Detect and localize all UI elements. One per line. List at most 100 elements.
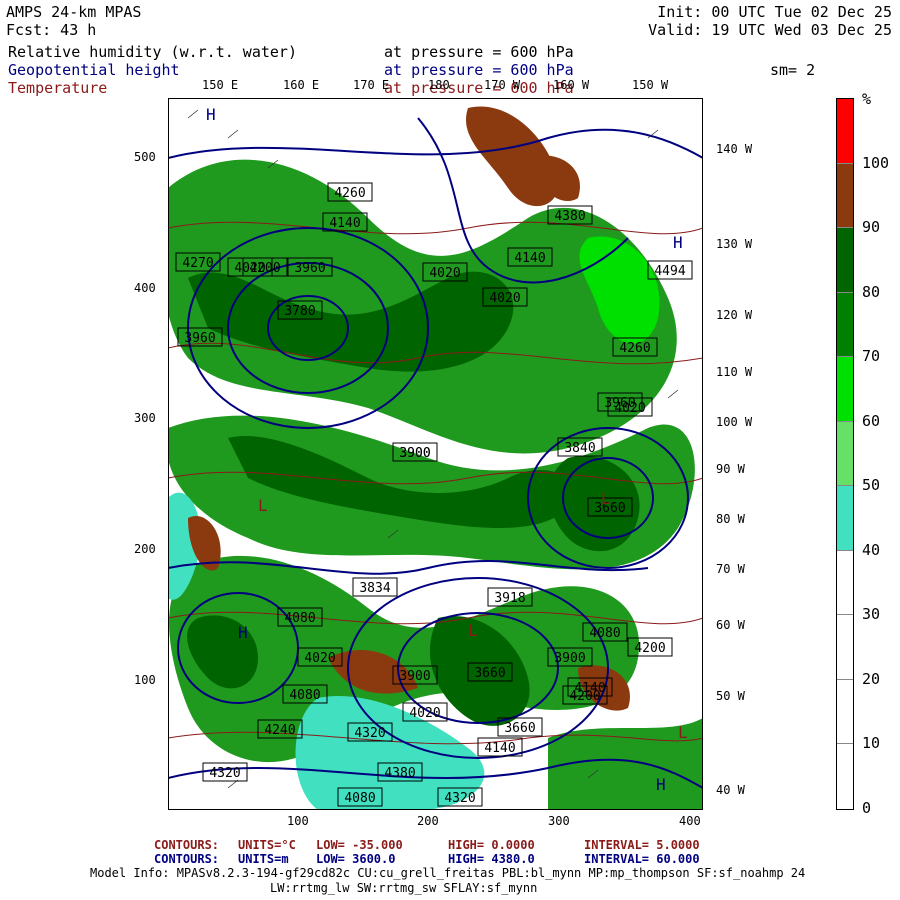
height-label: 4020	[482, 287, 528, 307]
height-label-text: 3900	[399, 446, 430, 461]
height-contour-label: CONTOURS:	[154, 852, 220, 866]
height-label-text: 4270	[182, 256, 213, 271]
height-label: 3960	[177, 327, 223, 347]
height-label: 4320	[202, 762, 248, 782]
height-label-text: 4020	[409, 706, 440, 721]
lon-right-label: 50 W	[716, 689, 745, 703]
height-label: 4320	[347, 722, 393, 742]
height-label: 3960	[287, 257, 333, 277]
height-label-text: 3834	[359, 581, 390, 596]
lon-top-label: 170 E	[353, 78, 390, 92]
high-pressure-mark: H	[673, 233, 683, 252]
y-tick-label: 500	[134, 150, 156, 164]
height-label-text: 3840	[564, 441, 595, 456]
height-label-text: 4380	[554, 209, 585, 224]
height-label: 4240	[257, 719, 303, 739]
height-label-text: 4140	[514, 251, 545, 266]
high-pressure-mark: H	[656, 775, 666, 794]
colorbar-segment	[837, 421, 853, 487]
weather-map: 3960 4260 4140 4200 4270 4020 3960 4020 4140 4020…	[168, 98, 703, 810]
smoothing-label: sm= 2	[770, 61, 816, 79]
colorbar-label: 0	[862, 799, 872, 817]
height-label: 4140	[477, 737, 523, 757]
height-label: 4320	[437, 787, 483, 807]
field-rh-name: Relative humidity (w.r.t. water)	[8, 43, 297, 61]
height-label-text: 4320	[444, 791, 475, 806]
height-label: 3900	[392, 665, 438, 685]
lon-top-label: 160 E	[283, 78, 320, 92]
colorbar-segment	[837, 679, 853, 745]
low-pressure-mark: L	[468, 621, 478, 640]
height-label: 3918	[487, 587, 533, 607]
height-label-text: 4140	[484, 741, 515, 756]
height-label-text: 4320	[354, 726, 385, 741]
colorbar-segment	[837, 615, 853, 680]
height-label: 3900	[392, 442, 438, 462]
y-tick-label: 100	[134, 673, 156, 687]
temp-contour-high: HIGH= 0.0000	[448, 838, 535, 852]
height-label-text: 4080	[344, 791, 375, 806]
colorbar-segment	[837, 486, 853, 551]
height-label: 4020	[402, 702, 448, 722]
colorbar-label: 20	[862, 669, 881, 688]
temp-contour-low: LOW= -35.000	[316, 838, 403, 852]
valid-time: Valid: 19 UTC Wed 03 Dec 25	[648, 21, 892, 39]
lon-right-label: 40 W	[716, 783, 745, 797]
height-label: 4380	[547, 205, 593, 225]
lon-right-label: 130 W	[716, 237, 753, 251]
colorbar-segment	[837, 550, 853, 616]
height-contour-low: LOW= 3600.0	[316, 852, 396, 866]
height-label: 4380	[377, 762, 423, 782]
colorbar-label: 100	[862, 153, 890, 172]
height-label: 3900	[547, 647, 593, 667]
lon-top-label: 150 W	[632, 78, 669, 92]
lon-right-label: 100 W	[716, 415, 753, 429]
height-label-text: 4020	[304, 651, 335, 666]
x-tick-label: 400	[679, 814, 701, 828]
height-label: 4020	[422, 262, 468, 282]
colorbar-segment	[837, 744, 853, 809]
colorbar	[836, 98, 854, 810]
height-label-text: 3660	[474, 666, 505, 681]
x-tick-label: 200	[417, 814, 439, 828]
high-pressure-mark: H	[238, 623, 248, 642]
height-label-text: 4080	[289, 688, 320, 703]
height-label-text: 3780	[284, 304, 315, 319]
height-label: 4020	[297, 647, 343, 667]
y-tick-label: 300	[134, 411, 156, 425]
height-label-text: 4020	[614, 401, 645, 416]
colorbar-segment	[837, 357, 853, 422]
lon-right-label: 110 W	[716, 365, 753, 379]
height-contour-interval: INTERVAL= 60.000	[584, 852, 700, 866]
lon-right-label: 120 W	[716, 308, 753, 322]
height-label: 4140	[322, 212, 368, 232]
height-label: 4080	[337, 787, 383, 807]
colorbar-label: 70	[862, 347, 881, 366]
colorbar-label: 30	[862, 605, 881, 624]
height-label-text: 3960	[184, 331, 215, 346]
colorbar-label: 10	[862, 734, 881, 753]
height-label-text: 4140	[329, 216, 360, 231]
height-label-text: 4260	[334, 186, 365, 201]
height-label-text: 3660	[504, 721, 535, 736]
y-tick-label: 200	[134, 542, 156, 556]
height-label: 4080	[277, 607, 323, 627]
height-label-text: 3960	[294, 261, 325, 276]
lon-top-label: 150 E	[202, 78, 239, 92]
height-label: 4270	[175, 252, 221, 272]
height-label-text: 4020	[234, 261, 265, 276]
x-tick-label: 300	[548, 814, 570, 828]
lon-right-label: 90 W	[716, 462, 745, 476]
colorbar-label: 50	[862, 476, 881, 495]
height-label: 3840	[557, 437, 603, 457]
height-label: 3660	[497, 717, 543, 737]
height-label: 4260	[612, 337, 658, 357]
height-label-text: 4020	[429, 266, 460, 281]
height-contour-units: UNITS=m	[238, 852, 289, 866]
low-pressure-mark: L	[678, 723, 688, 742]
lon-top-label: 160 W	[553, 78, 590, 92]
temp-contour-label: CONTOURS:	[154, 838, 220, 852]
colorbar-label: 40	[862, 540, 881, 559]
height-label-text: 3900	[399, 669, 430, 684]
height-label-text: 4200	[569, 689, 600, 704]
